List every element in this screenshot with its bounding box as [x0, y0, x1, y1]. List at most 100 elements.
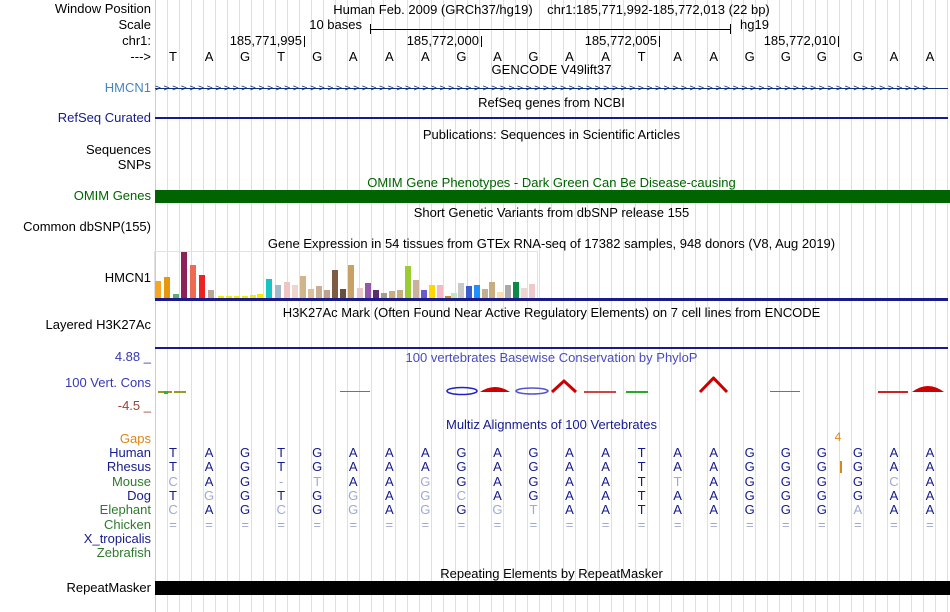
- conservation-blip: [164, 391, 168, 394]
- track-title-multiz-alignments-of-100[interactable]: Multiz Alignments of 100 Vertebrates: [155, 417, 948, 432]
- gtex-tissue-bar[interactable]: [324, 290, 330, 298]
- track-title-gene-expression-in-54-ti[interactable]: Gene Expression in 54 tissues from GTEx …: [155, 236, 948, 251]
- gtex-tissue-bar[interactable]: [300, 276, 306, 298]
- multiz-base-dog: C: [456, 488, 467, 503]
- gtex-tissue-bar[interactable]: [505, 285, 511, 298]
- multiz-base-mouse: T: [313, 474, 322, 489]
- multiz-base-elephant: T: [529, 502, 538, 517]
- gtex-tissue-bar[interactable]: [266, 279, 272, 298]
- conservation-line: [770, 391, 800, 392]
- track-label-refseq-curated[interactable]: RefSeq Curated: [0, 110, 151, 125]
- gtex-tissue-bar[interactable]: [348, 265, 354, 298]
- multiz-base-dog: G: [240, 488, 251, 503]
- track-label-layered-h3k27ac[interactable]: Layered H3K27Ac: [0, 317, 151, 332]
- gtex-tissue-bar[interactable]: [155, 281, 161, 298]
- gencode-hmcn1-item[interactable]: >>>>>>>>>>>>>>>>>>>>>>>>>>>>>>>>>>>>>>>>…: [155, 82, 948, 95]
- track-label-mouse: Mouse: [111, 474, 151, 489]
- multiz-base-dog: A: [384, 488, 394, 503]
- multiz-base-chicken: =: [565, 517, 574, 532]
- multiz-base-chicken: =: [890, 517, 898, 532]
- refseq-curated-item[interactable]: [155, 117, 948, 119]
- multiz-base-dog: G: [780, 488, 791, 503]
- gtex-tissue-bar[interactable]: [529, 284, 535, 298]
- multiz-base-chicken: =: [205, 517, 213, 532]
- gtex-tissue-bar[interactable]: [340, 289, 346, 298]
- multiz-base-human: A: [601, 445, 610, 460]
- multiz-base-dog: A: [493, 488, 502, 503]
- multiz-base-rhesus: G: [528, 459, 539, 474]
- multiz-base-mouse: G: [744, 474, 755, 489]
- gtex-tissue-bar[interactable]: [482, 289, 488, 298]
- ruler-label: 185,772,000: [406, 33, 479, 48]
- track-label-snps[interactable]: SNPs: [0, 157, 151, 172]
- multiz-base-dog: G: [528, 488, 539, 503]
- gtex-tissue-bar[interactable]: [208, 290, 214, 298]
- gtex-tissue-bar[interactable]: [357, 288, 363, 298]
- multiz-base-mouse: A: [709, 474, 719, 489]
- sequence-base: G: [312, 49, 323, 64]
- gtex-tissue-bar[interactable]: [437, 285, 443, 298]
- multiz-base-rhesus: G: [456, 459, 467, 474]
- repeatmasker-bar[interactable]: [155, 581, 950, 595]
- multiz-base-dog: G: [816, 488, 827, 503]
- track-title-publications-sequences-[interactable]: Publications: Sequences in Scientific Ar…: [155, 127, 948, 142]
- gtex-tissue-bar[interactable]: [181, 252, 187, 298]
- track-label--: --->: [130, 49, 151, 64]
- gtex-tissue-bar[interactable]: [164, 277, 170, 298]
- multiz-base-rhesus: G: [744, 459, 755, 474]
- multiz-base-mouse: A: [601, 474, 610, 489]
- gtex-tissue-bar[interactable]: [405, 266, 411, 298]
- sequence-base: A: [889, 49, 899, 64]
- multiz-base-chicken: =: [349, 517, 358, 532]
- phylop-conservation-wiggle[interactable]: [155, 376, 948, 402]
- gtex-tissue-bar[interactable]: [308, 289, 314, 298]
- gtex-tissue-bar[interactable]: [421, 290, 427, 298]
- gtex-tissue-bar[interactable]: [284, 282, 290, 298]
- track-label-repeatmasker[interactable]: RepeatMasker: [0, 580, 151, 595]
- track-title-repeating-elements-by-re[interactable]: Repeating Elements by RepeatMasker: [155, 566, 948, 581]
- multiz-base-human: A: [673, 445, 682, 460]
- gtex-tissue-bar[interactable]: [190, 265, 196, 298]
- multiz-base-elephant: A: [709, 502, 719, 517]
- multiz-base-rhesus: A: [565, 459, 574, 474]
- gtex-tissue-bar[interactable]: [489, 282, 495, 298]
- track-label-hmcn1[interactable]: HMCN1: [0, 80, 151, 95]
- gtex-tissue-bar[interactable]: [466, 286, 472, 298]
- track-title-short-genetic-variants-f[interactable]: Short Genetic Variants from dbSNP releas…: [155, 205, 948, 220]
- gtex-tissue-bar[interactable]: [458, 283, 464, 298]
- track-label--4-5-: -4.5 _: [117, 398, 151, 413]
- track-label-sequences[interactable]: Sequences: [0, 142, 151, 157]
- track-label-omim-genes[interactable]: OMIM Genes: [0, 188, 151, 203]
- omim-gene-bar[interactable]: [155, 190, 950, 203]
- track-title-gencode-v49lift37[interactable]: GENCODE V49lift37: [155, 62, 948, 77]
- sequence-base: A: [673, 49, 682, 64]
- track-label-common-dbsnp-155-[interactable]: Common dbSNP(155): [0, 219, 151, 234]
- gtex-tissue-bar[interactable]: [332, 270, 338, 298]
- gtex-tissue-bar[interactable]: [275, 285, 281, 298]
- track-title-refseq-genes-from-ncbi[interactable]: RefSeq genes from NCBI: [155, 95, 948, 110]
- multiz-base-chicken: =: [818, 517, 826, 532]
- track-label-hmcn1[interactable]: HMCN1: [0, 270, 151, 285]
- gtex-tissue-bar[interactable]: [292, 285, 298, 298]
- gtex-tissue-bar[interactable]: [389, 291, 395, 298]
- gtex-tissue-bar[interactable]: [474, 285, 480, 298]
- gtex-tissue-bar[interactable]: [373, 290, 379, 298]
- gtex-tissue-bar[interactable]: [513, 282, 519, 298]
- multiz-base-rhesus: A: [601, 459, 610, 474]
- gtex-tissue-bar[interactable]: [397, 290, 403, 298]
- gtex-tissue-bar[interactable]: [429, 285, 435, 298]
- multiz-base-human: A: [709, 445, 719, 460]
- track-title-omim-gene-phenotypes-d[interactable]: OMIM Gene Phenotypes - Dark Green Can Be…: [155, 175, 948, 190]
- conservation-peak: [550, 379, 578, 394]
- track-title-100-vertebrates-basewise[interactable]: 100 vertebrates Basewise Conservation by…: [155, 350, 948, 365]
- multiz-base-human: G: [312, 445, 323, 460]
- multiz-base-chicken: =: [421, 517, 430, 532]
- track-title-h3k27ac-mark-often-foun[interactable]: H3K27Ac Mark (Often Found Near Active Re…: [155, 305, 948, 320]
- gtex-tissue-bar[interactable]: [316, 286, 322, 298]
- gtex-tissue-bar[interactable]: [413, 280, 419, 298]
- gtex-tissue-bar[interactable]: [521, 288, 527, 298]
- gtex-tissue-bar[interactable]: [199, 275, 205, 298]
- h3k27ac-baseline: [155, 347, 948, 349]
- gtex-tissue-bar[interactable]: [365, 283, 371, 298]
- track-label-100-vert-cons[interactable]: 100 Vert. Cons: [0, 375, 151, 390]
